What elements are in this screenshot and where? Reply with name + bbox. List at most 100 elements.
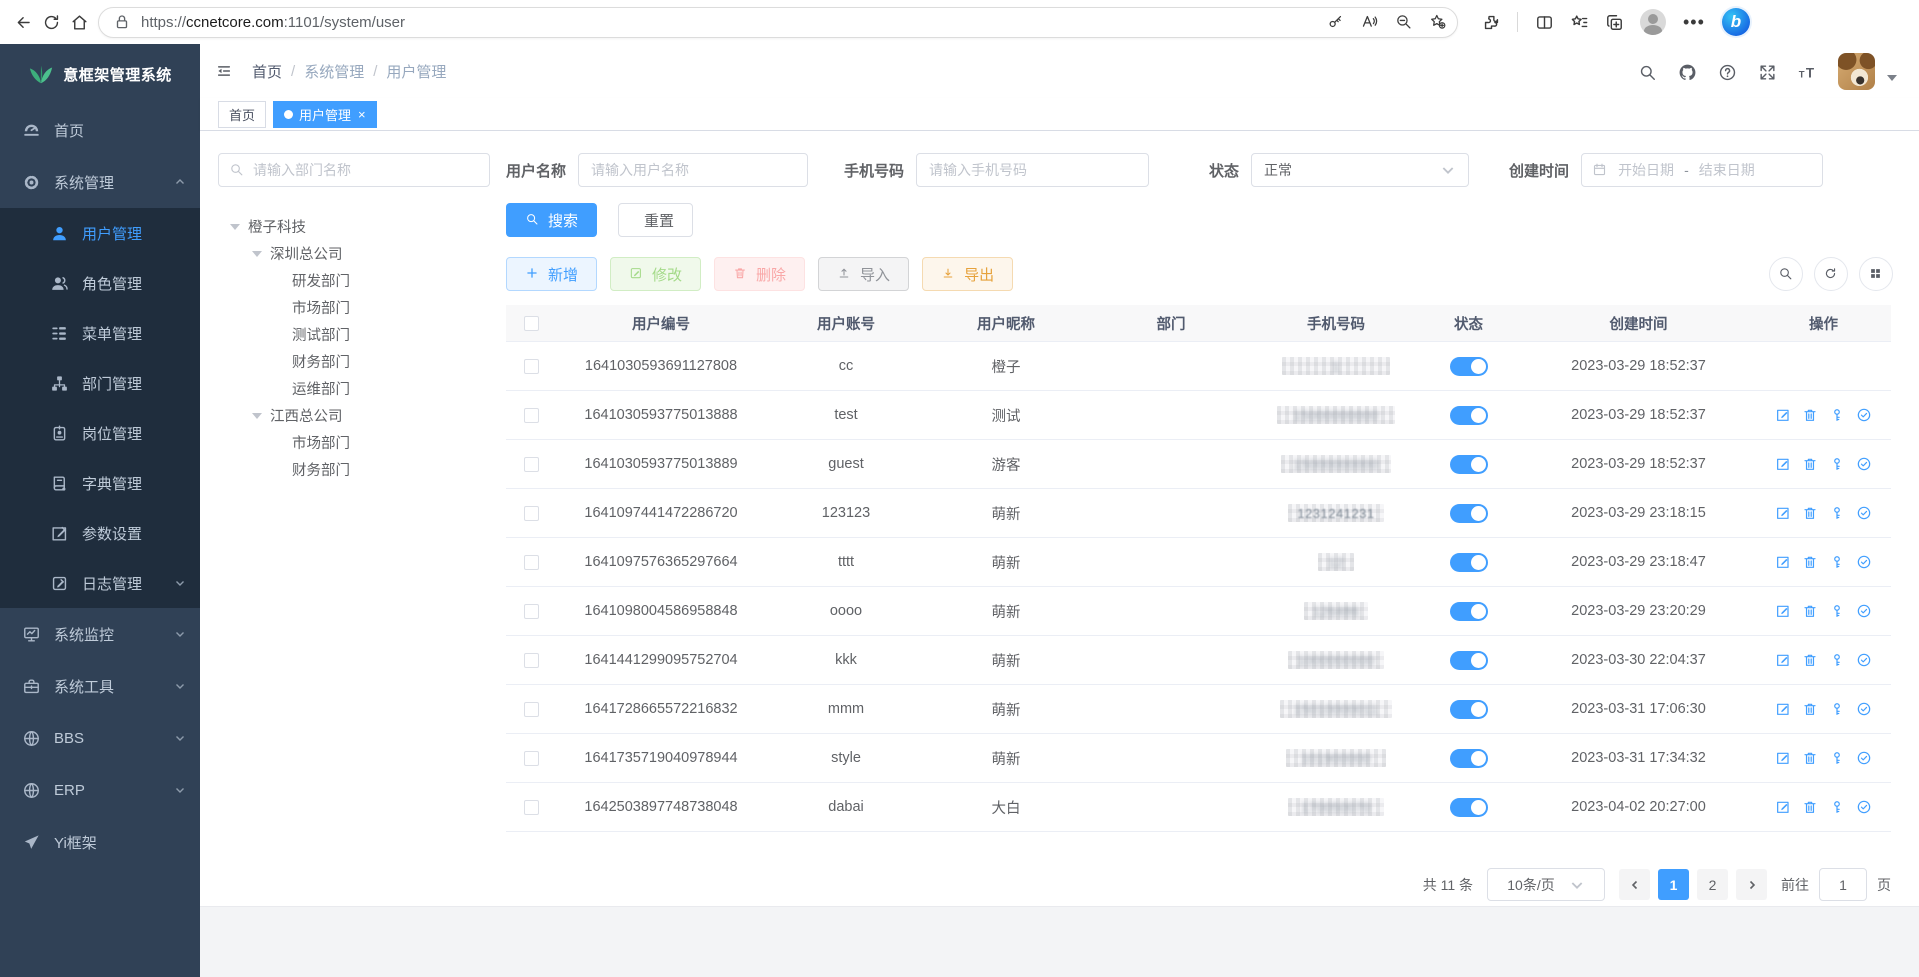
collapse-sidebar-icon[interactable]: [216, 63, 232, 79]
row-checkbox[interactable]: [524, 702, 539, 717]
sidebar-item-Yi框架[interactable]: Yi框架: [0, 816, 200, 868]
row-checkbox[interactable]: [524, 408, 539, 423]
user-avatar[interactable]: [1838, 53, 1875, 90]
github-icon[interactable]: [1678, 63, 1694, 79]
tree-node-财务部门[interactable]: 财务部门: [218, 456, 490, 483]
browser-profile-avatar[interactable]: [1640, 9, 1666, 35]
tab-用户管理[interactable]: 用户管理×: [273, 101, 377, 128]
caret-down-icon[interactable]: [1887, 75, 1897, 81]
assign-role-action-icon[interactable]: [1856, 456, 1872, 472]
reset-password-action-icon[interactable]: [1829, 652, 1845, 668]
sidebar-item-ERP[interactable]: ERP: [0, 764, 200, 816]
edit-action-icon[interactable]: [1775, 799, 1791, 815]
export-button[interactable]: 导出: [922, 257, 1013, 291]
reset-password-action-icon[interactable]: [1829, 554, 1845, 570]
sidebar-item-日志管理[interactable]: 日志管理: [0, 558, 200, 608]
row-checkbox[interactable]: [524, 506, 539, 521]
reset-password-action-icon[interactable]: [1829, 603, 1845, 619]
sidebar-item-部门管理[interactable]: 部门管理: [0, 358, 200, 408]
delete-action-icon[interactable]: [1802, 701, 1818, 717]
status-toggle[interactable]: [1450, 749, 1488, 768]
sidebar-item-系统工具[interactable]: 系统工具: [0, 660, 200, 712]
row-checkbox[interactable]: [524, 653, 539, 668]
edit-action-icon[interactable]: [1775, 701, 1791, 717]
reset-password-action-icon[interactable]: [1829, 799, 1845, 815]
sidebar-item-首页[interactable]: 首页: [0, 104, 200, 156]
delete-action-icon[interactable]: [1802, 456, 1818, 472]
status-toggle[interactable]: [1450, 504, 1488, 523]
sidebar-item-系统管理[interactable]: 系统管理: [0, 156, 200, 208]
assign-role-action-icon[interactable]: [1856, 652, 1872, 668]
delete-action-icon[interactable]: [1802, 750, 1818, 766]
table-search-toggle-button[interactable]: [1769, 257, 1803, 291]
status-toggle[interactable]: [1450, 406, 1488, 425]
tree-node-市场部门[interactable]: 市场部门: [218, 429, 490, 456]
breadcrumb-item[interactable]: 首页: [252, 61, 282, 82]
status-toggle[interactable]: [1450, 553, 1488, 572]
read-aloud-icon[interactable]: [1361, 13, 1379, 31]
row-checkbox[interactable]: [524, 555, 539, 570]
prev-page-button[interactable]: [1619, 869, 1650, 900]
back-icon[interactable]: [14, 13, 32, 31]
reset-button[interactable]: 重置: [618, 203, 693, 237]
edit-button[interactable]: 修改: [610, 257, 701, 291]
edit-action-icon[interactable]: [1775, 456, 1791, 472]
tree-expand-arrow-icon[interactable]: [252, 251, 262, 257]
edit-action-icon[interactable]: [1775, 407, 1791, 423]
sidebar-item-用户管理[interactable]: 用户管理: [0, 208, 200, 258]
status-select[interactable]: 正常: [1251, 153, 1469, 187]
status-toggle[interactable]: [1450, 602, 1488, 621]
fullscreen-icon[interactable]: [1758, 63, 1774, 79]
phone-input[interactable]: [916, 153, 1149, 187]
status-toggle[interactable]: [1450, 455, 1488, 474]
add-button[interactable]: 新增: [506, 257, 597, 291]
row-checkbox[interactable]: [524, 359, 539, 374]
tree-expand-arrow-icon[interactable]: [230, 224, 240, 230]
date-range-picker[interactable]: 开始日期 - 结束日期: [1581, 153, 1823, 187]
sidebar-item-菜单管理[interactable]: 菜单管理: [0, 308, 200, 358]
edit-action-icon[interactable]: [1775, 652, 1791, 668]
search-button[interactable]: 搜索: [506, 203, 597, 237]
page-button-2[interactable]: 2: [1697, 869, 1728, 900]
status-toggle[interactable]: [1450, 798, 1488, 817]
assign-role-action-icon[interactable]: [1856, 554, 1872, 570]
reset-password-action-icon[interactable]: [1829, 750, 1845, 766]
tree-node-市场部门[interactable]: 市场部门: [218, 294, 490, 321]
reset-password-action-icon[interactable]: [1829, 456, 1845, 472]
next-page-button[interactable]: [1736, 869, 1767, 900]
reset-password-action-icon[interactable]: [1829, 505, 1845, 521]
search-icon[interactable]: [1638, 63, 1654, 79]
table-columns-button[interactable]: [1859, 257, 1893, 291]
tree-node-测试部门[interactable]: 测试部门: [218, 321, 490, 348]
tree-node-财务部门[interactable]: 财务部门: [218, 348, 490, 375]
collections-icon[interactable]: [1605, 13, 1623, 31]
delete-action-icon[interactable]: [1802, 603, 1818, 619]
row-checkbox[interactable]: [524, 800, 539, 815]
sidebar-item-参数设置[interactable]: 参数设置: [0, 508, 200, 558]
import-button[interactable]: 导入: [818, 257, 909, 291]
delete-action-icon[interactable]: [1802, 652, 1818, 668]
tree-node-研发部门[interactable]: 研发部门: [218, 267, 490, 294]
favorite-add-icon[interactable]: [1429, 13, 1447, 31]
page-button-1[interactable]: 1: [1658, 869, 1689, 900]
tab-首页[interactable]: 首页: [218, 101, 266, 128]
edit-action-icon[interactable]: [1775, 505, 1791, 521]
edit-action-icon[interactable]: [1775, 603, 1791, 619]
sidebar-item-BBS[interactable]: BBS: [0, 712, 200, 764]
sidebar-item-字典管理[interactable]: 字典管理: [0, 458, 200, 508]
department-search-box[interactable]: [218, 153, 490, 187]
home-icon[interactable]: [70, 13, 88, 31]
app-logo[interactable]: 意框架管理系统: [0, 44, 200, 104]
extensions-icon[interactable]: [1482, 13, 1500, 31]
delete-button[interactable]: 删除: [714, 257, 805, 291]
assign-role-action-icon[interactable]: [1856, 407, 1872, 423]
copilot-icon[interactable]: b: [1722, 8, 1750, 36]
assign-role-action-icon[interactable]: [1856, 603, 1872, 619]
delete-action-icon[interactable]: [1802, 799, 1818, 815]
split-screen-icon[interactable]: [1535, 13, 1553, 31]
font-size-icon[interactable]: TT: [1798, 63, 1814, 79]
status-toggle[interactable]: [1450, 357, 1488, 376]
delete-action-icon[interactable]: [1802, 505, 1818, 521]
url-text[interactable]: https://ccnetcore.com:1101/system/user: [141, 14, 1327, 31]
zoom-out-icon[interactable]: [1395, 13, 1413, 31]
